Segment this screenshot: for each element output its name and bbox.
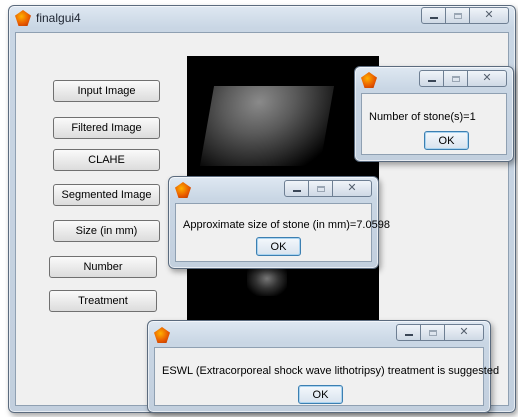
maximize-icon: [451, 75, 460, 82]
filtered-image-button[interactable]: Filtered Image: [53, 117, 160, 139]
matlab-icon: [175, 182, 191, 198]
minimize-button[interactable]: [284, 180, 309, 197]
stone-size-message: Approximate size of stone (in mm)=7.0598: [183, 219, 390, 231]
close-button[interactable]: ✕: [444, 324, 484, 341]
dialog-title-bar[interactable]: ✕: [148, 321, 490, 345]
maximize-button[interactable]: [420, 324, 445, 341]
maximize-button[interactable]: [445, 7, 470, 24]
dialog-body: Approximate size of stone (in mm)=7.0598…: [175, 203, 390, 262]
ok-button[interactable]: OK: [424, 131, 469, 150]
close-icon: ✕: [484, 9, 494, 21]
ultrasound-scan-region: [199, 86, 335, 166]
stone-size-dialog: ✕ Approximate size of stone (in mm)=7.05…: [168, 176, 390, 269]
stone-count-message: Number of stone(s)=1: [369, 111, 476, 123]
dialog-title-bar[interactable]: ✕: [169, 177, 378, 201]
close-icon: ✕: [459, 326, 469, 338]
ok-button[interactable]: OK: [256, 237, 301, 256]
ok-button[interactable]: OK: [298, 385, 343, 404]
close-button[interactable]: ✕: [467, 70, 507, 87]
minimize-button[interactable]: [419, 70, 444, 87]
window-title: finalgui4: [36, 11, 81, 25]
clahe-button[interactable]: CLAHE: [53, 149, 160, 171]
maximize-icon: [453, 12, 462, 19]
maximize-icon: [428, 329, 437, 336]
stone-count-dialog: ✕ Number of stone(s)=1 OK: [354, 66, 514, 162]
treatment-message: ESWL (Extracorporeal shock wave lithotri…: [162, 365, 500, 377]
minimize-icon: [292, 190, 301, 192]
treatment-button[interactable]: Treatment: [49, 290, 157, 312]
matlab-icon: [361, 72, 377, 88]
maximize-button[interactable]: [308, 180, 333, 197]
dialog-body: Number of stone(s)=1 OK: [361, 93, 507, 155]
minimize-button[interactable]: [396, 324, 421, 341]
matlab-icon: [154, 327, 170, 343]
minimize-icon: [427, 80, 436, 82]
close-icon: ✕: [347, 182, 357, 194]
minimize-button[interactable]: [421, 7, 446, 24]
close-button[interactable]: ✕: [469, 7, 509, 24]
minimize-icon: [429, 17, 438, 19]
matlab-icon: [15, 10, 31, 26]
treatment-dialog: ✕ ESWL (Extracorporeal shock wave lithot…: [147, 320, 499, 413]
size-button[interactable]: Size (in mm): [53, 220, 160, 242]
close-button[interactable]: ✕: [332, 180, 372, 197]
title-bar[interactable]: finalgui4 ✕: [9, 6, 515, 30]
dialog-body: ESWL (Extracorporeal shock wave lithotri…: [154, 347, 499, 406]
maximize-button[interactable]: [443, 70, 468, 87]
dialog-title-bar[interactable]: ✕: [355, 67, 513, 91]
minimize-icon: [404, 334, 413, 336]
input-image-button[interactable]: Input Image: [53, 80, 160, 102]
close-icon: ✕: [482, 72, 492, 84]
segmented-image-button[interactable]: Segmented Image: [53, 184, 160, 206]
number-button[interactable]: Number: [49, 256, 157, 278]
maximize-icon: [316, 185, 325, 192]
